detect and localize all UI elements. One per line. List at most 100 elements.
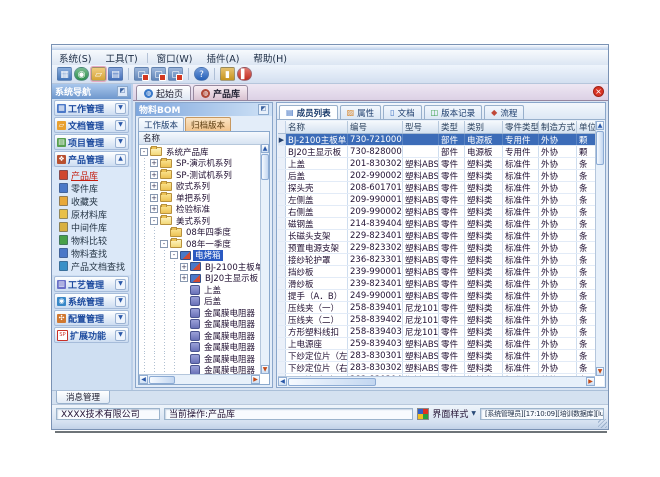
table-row[interactable]: 上盖201-830302-00E塑料ABS零件塑料类标准件外协条 — [278, 158, 595, 170]
sidebar-group-1[interactable]: ▦工作管理▼ — [54, 100, 129, 116]
sidebar-item-产品库[interactable]: 产品库 — [52, 169, 131, 181]
sidebar-pin-icon[interactable]: ◩ — [117, 86, 128, 97]
tree-item-上盖[interactable]: 上盖 — [140, 284, 260, 296]
sidebar-item-原材料库[interactable]: 原材料库 — [52, 208, 131, 220]
message-management-tab[interactable]: 消息管理 — [56, 391, 110, 404]
tree-item-检验标准[interactable]: +检验标准 — [140, 204, 260, 216]
table-row[interactable]: 后盖202-990002-01E塑料ABS零件塑料类标准件外协条 — [278, 170, 595, 182]
table-row[interactable]: 接纱轮护罩236-823301-00E塑料ABS零件塑料类标准件外协条 — [278, 254, 595, 266]
collapse-icon[interactable]: - — [140, 148, 148, 156]
sidebar-item-产品文档查找[interactable]: 产品文档查找 — [52, 260, 131, 272]
collapse-icon[interactable]: - — [150, 217, 158, 225]
table-row[interactable]: 挡纱板239-990001-01E塑料ABS零件塑料类标准件外协条 — [278, 266, 595, 278]
tab-流程[interactable]: ◆流程 — [484, 105, 524, 119]
tree-item-金属膜电阻器[interactable]: 金属膜电阻器 — [140, 319, 260, 331]
column-header-编号[interactable]: 编号 — [348, 121, 403, 133]
tab-文档[interactable]: ▯文档 — [383, 105, 421, 119]
expand-icon[interactable]: + — [180, 274, 188, 282]
sidebar-group-6[interactable]: ◉系统管理▼ — [54, 293, 129, 309]
open-folder-icon[interactable]: ▱ — [91, 67, 106, 81]
scroll-left-icon[interactable]: ◀ — [139, 375, 148, 384]
tree-hscroll-thumb[interactable] — [149, 376, 175, 384]
table-row[interactable]: 压线夹（一）258-839401-00E尼龙1010零件塑料类标准件外协条 — [278, 302, 595, 314]
help-icon[interactable]: ? — [194, 67, 209, 81]
tree-item-美式系列[interactable]: -美式系列 — [140, 215, 260, 227]
bom-tab-工作版本[interactable]: 工作版本 — [138, 117, 184, 131]
doc-tab-产品库[interactable]: ◍产品库 — [193, 85, 248, 100]
sidebar-item-物料查找[interactable]: 物料查找 — [52, 247, 131, 259]
table-row[interactable]: ▶BJ-2100主板单点730-721000-12E部件电源板专用件外协颗 — [278, 134, 595, 146]
globe-icon[interactable]: ◉ — [74, 67, 89, 81]
scroll-down-icon[interactable]: ▼ — [596, 367, 604, 376]
expand-icon[interactable]: + — [150, 205, 158, 213]
window-close-icon[interactable]: ▢ — [134, 67, 149, 81]
expand-icon[interactable]: + — [150, 159, 158, 167]
column-header-名称[interactable]: 名称 — [286, 121, 348, 133]
tree-item-金属膜电阻器[interactable]: 金属膜电阻器 — [140, 330, 260, 342]
tab-版本记录[interactable]: ◫版本记录 — [424, 105, 483, 119]
tree-item-单把系列[interactable]: +单把系列 — [140, 192, 260, 204]
lock-icon[interactable]: ▮ — [220, 67, 235, 81]
chevron-down-icon[interactable]: ▼ — [115, 279, 126, 290]
chevron-down-icon[interactable]: ▼ — [115, 103, 126, 114]
tab-成员列表[interactable]: ▤成员列表 — [279, 105, 338, 119]
chevron-down-icon[interactable]: ▼ — [115, 330, 126, 341]
table-row[interactable]: BJ20主显示板730-828000-04E部件电源板专用件外协颗 — [278, 146, 595, 158]
menu-item-3[interactable]: 窗口(W) — [150, 51, 200, 65]
window-task-icon[interactable]: ▢ — [151, 67, 166, 81]
table-window-icon[interactable]: ▤ — [108, 67, 123, 81]
tree-vertical-scrollbar[interactable]: ▲ ▼ — [260, 144, 269, 374]
table-vertical-scrollbar[interactable]: ▲ ▼ — [595, 121, 604, 376]
table-row[interactable]: 方形塑料线扣258-839403-00E尼龙1010零件塑料类标准件外协条 — [278, 326, 595, 338]
tree-vscroll-thumb[interactable] — [261, 154, 269, 180]
table-vscroll-thumb[interactable] — [596, 131, 604, 165]
menu-item-2[interactable]: 工具(T) — [98, 51, 144, 65]
chevron-up-icon[interactable]: ▲ — [115, 154, 126, 165]
sidebar-item-物料比较[interactable]: 物料比较 — [52, 234, 131, 246]
column-header-类别[interactable]: 类别 — [465, 121, 503, 133]
sidebar-item-中间件库[interactable]: 中间件库 — [52, 221, 131, 233]
menu-item-1[interactable]: 系统(S) — [52, 51, 98, 65]
table-horizontal-scrollbar[interactable]: ◀ ▶ — [278, 376, 595, 386]
chevron-down-icon[interactable]: ▼ — [115, 296, 126, 307]
table-row[interactable]: 下纱定位片（左）283-830301-00E塑料ABS零件塑料类标准件外协条 — [278, 350, 595, 362]
tree-item-BJ-2100主板单点[interactable]: +BJ-2100主板单点 — [140, 261, 260, 273]
column-header-零件类型[interactable]: 零件类型 — [503, 121, 539, 133]
tree-item-SP-测试机系列[interactable]: +SP-测试机系列 — [140, 169, 260, 181]
desktop-icon[interactable]: ▦ — [57, 67, 72, 81]
sidebar-item-收藏夹[interactable]: 收藏夹 — [52, 195, 131, 207]
column-header-类型[interactable]: 类型 — [439, 121, 465, 133]
tree-item-金属膜电阻器[interactable]: 金属膜电阻器 — [140, 307, 260, 319]
table-row[interactable]: 下纱定位片（右）283-830302-00E塑料ABS零件塑料类标准件外协条 — [278, 362, 595, 374]
sidebar-group-2[interactable]: ▱文档管理▼ — [54, 117, 129, 133]
ui-style-selector[interactable]: 界面样式 ▼ — [417, 407, 476, 420]
sidebar-group-3[interactable]: ▤项目管理▼ — [54, 134, 129, 150]
tree-column-header[interactable]: 名称 — [139, 132, 269, 145]
tree-item-SP-演示机系列[interactable]: +SP-演示机系列 — [140, 158, 260, 170]
menu-item-5[interactable]: 帮助(H) — [246, 51, 294, 65]
table-row[interactable]: 压线夹（二）258-839402-00E尼龙1010零件塑料类标准件外协条 — [278, 314, 595, 326]
table-hscroll-thumb[interactable] — [288, 378, 376, 386]
table-row[interactable]: 提手（A．B）249-990001-01E塑料ABS零件塑料类标准件外协条 — [278, 290, 595, 302]
table-row[interactable]: 磁钢盖214-839404-01E塑料ABS零件塑料类标准件外协条 — [278, 218, 595, 230]
sidebar-group-8[interactable]: SP扩展功能▼ — [54, 327, 129, 343]
sidebar-item-零件库[interactable]: 零件库 — [52, 182, 131, 194]
bom-tab-归档版本[interactable]: 归档版本 — [185, 117, 231, 131]
column-header-单位[interactable]: 单位 — [577, 121, 595, 133]
collapse-icon[interactable]: - — [160, 240, 168, 248]
table-row[interactable]: 滑纱板239-823401-00E塑料ABS零件塑料类标准件外协条 — [278, 278, 595, 290]
bom-pin-icon[interactable]: ◩ — [258, 104, 269, 115]
tree-item-金属膜电阻器[interactable]: 金属膜电阻器 — [140, 353, 260, 365]
doc-tab-起始页[interactable]: ◍起始页 — [136, 85, 191, 100]
table-row[interactable]: 左侧盖209-990001-01E塑料ABS零件塑料类标准件外协条 — [278, 194, 595, 206]
column-header-制造方式[interactable]: 制造方式 — [539, 121, 577, 133]
table-row[interactable]: 预置电源支架229-823302-00E塑料ABS零件塑料类标准件外协条 — [278, 242, 595, 254]
menu-item-4[interactable]: 插件(A) — [199, 51, 246, 65]
window-flag-icon[interactable]: ▢ — [168, 67, 183, 81]
tree-item-后盖[interactable]: 后盖 — [140, 296, 260, 308]
tree-item-欧式系列[interactable]: +欧式系列 — [140, 181, 260, 193]
scroll-right-icon[interactable]: ▶ — [251, 375, 260, 384]
table-row[interactable]: 长磁头支架229-823401-00E塑料ABS零件塑料类标准件外协条 — [278, 230, 595, 242]
table-row[interactable]: 上电源座259-839403-00E塑料ABS零件塑料类标准件外协条 — [278, 338, 595, 350]
tree-item-08年一季度[interactable]: -08年一季度 — [140, 238, 260, 250]
